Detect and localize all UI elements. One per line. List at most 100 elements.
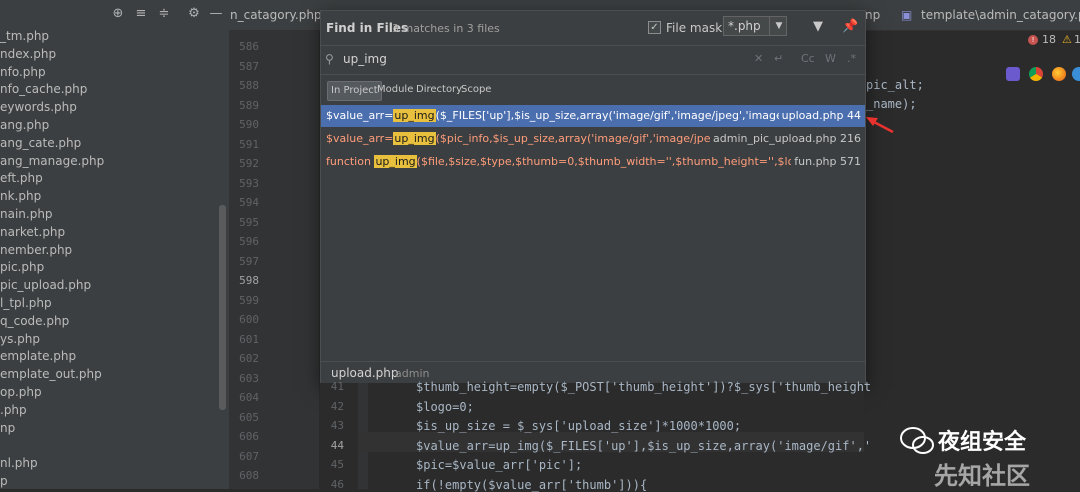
file-tree-item[interactable]: ang_cate.php	[0, 135, 220, 153]
result-suffix: ($pic_info,$is_up_size,array('image/gif'…	[435, 132, 755, 145]
file-tree-item[interactable]: ndex.php	[0, 46, 220, 64]
file-tree-item[interactable]: p	[0, 473, 220, 489]
find-in-files-dialog: Find in Files 3 matches in 3 files ✓ Fil…	[320, 10, 866, 385]
result-file: upload.php 44	[778, 105, 865, 127]
tab-admin-catagory[interactable]: template\admin_catagory.php	[921, 0, 1080, 30]
project-toolbar: ⊕ ≡ ≑ ⚙ —	[0, 0, 229, 30]
preview-code-line: $is_up_size = $_sys['upload_size']*1000*…	[416, 419, 742, 433]
result-match: up_img	[393, 132, 436, 145]
search-row: ⚲ up_img ✕ ↵ Cc W .*	[321, 45, 865, 75]
tab-module[interactable]: Module	[374, 81, 416, 99]
file-tree-item[interactable]: l_tpl.php	[0, 295, 220, 313]
file-tree-item[interactable]: emplate_out.php	[0, 366, 220, 384]
filter-icon[interactable]: ▼	[813, 19, 823, 34]
line-number: 601	[239, 332, 259, 346]
code-preview: 41 $thumb_height=empty($_POST['thumb_heig…	[320, 380, 871, 492]
file-tree-item[interactable]: nl.php	[0, 455, 220, 473]
file-tree-item[interactable]: _tm.php	[0, 28, 220, 46]
file-tree-item[interactable]: np	[0, 420, 220, 438]
minimize-icon[interactable]: —	[208, 6, 224, 22]
gear-icon[interactable]: ⚙	[186, 6, 202, 22]
result-file: fun.php 571	[791, 151, 865, 173]
line-number: 608	[239, 469, 259, 482]
firefox-icon[interactable]	[1052, 67, 1066, 81]
preview-code-line: $pic=$value_arr['pic'];	[416, 458, 583, 472]
line-number: 596	[239, 235, 259, 248]
warning-count[interactable]: 1	[1074, 33, 1080, 46]
line-number: 592	[239, 157, 259, 170]
error-count[interactable]: 18	[1042, 33, 1056, 46]
edge-icon[interactable]	[1072, 67, 1080, 81]
file-mask-label: File mask:	[666, 21, 727, 35]
line-number: 593	[239, 176, 259, 190]
line-number: 594	[239, 196, 259, 209]
file-tree-item[interactable]: emplate.php	[0, 348, 220, 366]
chevron-down-icon[interactable]: ▼	[769, 16, 788, 36]
preview-code-line: $value_arr=up_img($_FILES['up'],$is_up_s…	[416, 438, 872, 453]
preview-file-name: upload.php	[331, 366, 399, 380]
tab-partial[interactable]: np	[865, 0, 880, 30]
preview-line-number: 45	[330, 458, 344, 471]
file-mask-checkbox[interactable]: ✓	[648, 21, 661, 34]
preview-line-number: 44	[330, 438, 344, 452]
match-case-toggle[interactable]: Cc	[801, 52, 815, 65]
watermark: 夜组安全 先知社区	[900, 418, 1080, 490]
line-number: 602	[239, 352, 259, 365]
file-tree-item[interactable]: pic_upload.php	[0, 277, 220, 295]
line-number: 590	[239, 118, 259, 131]
file-tree-item[interactable]: eywords.php	[0, 99, 220, 117]
file-tree-item[interactable]: eft.php	[0, 170, 220, 188]
error-icon: !	[1028, 35, 1038, 45]
result-match: up_img	[374, 155, 417, 168]
file-tree-item[interactable]	[0, 437, 220, 455]
whole-words-toggle[interactable]: W	[825, 52, 836, 65]
chrome-icon[interactable]	[1029, 67, 1043, 81]
line-number: 600	[239, 313, 259, 326]
file-tree-item[interactable]: nfo.php	[0, 64, 220, 82]
search-result-row[interactable]: $value_arr=up_img($_FILES['up'],$is_up_s…	[321, 105, 865, 127]
tab-catagory[interactable]: n_catagory.php	[230, 0, 322, 30]
watermark-text-secondary: 先知社区	[934, 462, 1030, 490]
project-panel: ⊕ ≡ ≑ ⚙ — _tm.php ndex.php nfo.php nfo_cach…	[0, 0, 229, 489]
file-tree-item[interactable]: .php	[0, 402, 220, 420]
file-tree-item[interactable]: nain.php	[0, 206, 220, 224]
expand-all-icon[interactable]: ≡	[133, 6, 149, 22]
search-result-row[interactable]: $value_arr=up_img($pic_info,$is_up_size,…	[321, 128, 865, 150]
search-result-row[interactable]: function up_img($file,$size,$type,$thumb…	[321, 151, 865, 173]
file-tree-item[interactable]: pic.php	[0, 259, 220, 277]
tab-scope[interactable]: Scope	[458, 81, 494, 99]
preview-code-line: $thumb_height=empty($_POST['thumb_height…	[416, 380, 872, 394]
file-tree-item[interactable]: nfo_cache.php	[0, 81, 220, 99]
php-file-icon: ▣	[901, 8, 913, 22]
collapse-all-icon[interactable]: ≑	[156, 6, 172, 22]
search-input[interactable]: up_img	[343, 52, 387, 66]
clear-icon[interactable]: ✕	[754, 52, 763, 65]
regex-toggle[interactable]: .*	[847, 52, 856, 65]
pin-icon[interactable]: 📌	[842, 19, 858, 34]
phpstorm-browser-icon[interactable]	[1006, 67, 1020, 81]
watermark-text: 夜组安全	[938, 430, 1027, 455]
line-number: 588	[239, 79, 259, 92]
line-number: 603	[239, 371, 259, 385]
file-tree-item[interactable]: narket.php	[0, 224, 220, 242]
result-file: admin_pic_upload.php 216	[710, 128, 865, 150]
sidebar-scrollbar[interactable]	[219, 205, 226, 410]
line-number: 589	[239, 98, 259, 112]
locate-icon[interactable]: ⊕	[110, 6, 126, 22]
result-suffix: ($file,$size,$type,$thumb=0,$thumb_width…	[416, 155, 835, 168]
line-number: 595	[239, 215, 259, 229]
file-tree-item[interactable]: ang_manage.php	[0, 153, 220, 171]
result-suffix: ($_FILES['up'],$is_up_size,array('image/…	[435, 109, 821, 122]
file-tree-item[interactable]: nk.php	[0, 188, 220, 206]
file-tree-item[interactable]: ang.php	[0, 117, 220, 135]
line-number: 605	[239, 410, 259, 424]
annotation-arrow	[866, 117, 894, 134]
file-tree-item[interactable]: op.php	[0, 384, 220, 402]
dialog-header[interactable]: Find in Files 3 matches in 3 files ✓ Fil…	[321, 11, 865, 45]
file-tree-item[interactable]: nember.php	[0, 242, 220, 260]
line-number: 606	[239, 430, 259, 443]
file-tree-item[interactable]: ys.php	[0, 331, 220, 349]
line-number: 604	[239, 391, 259, 404]
newline-icon[interactable]: ↵	[774, 52, 783, 65]
file-tree-item[interactable]: q_code.php	[0, 313, 220, 331]
